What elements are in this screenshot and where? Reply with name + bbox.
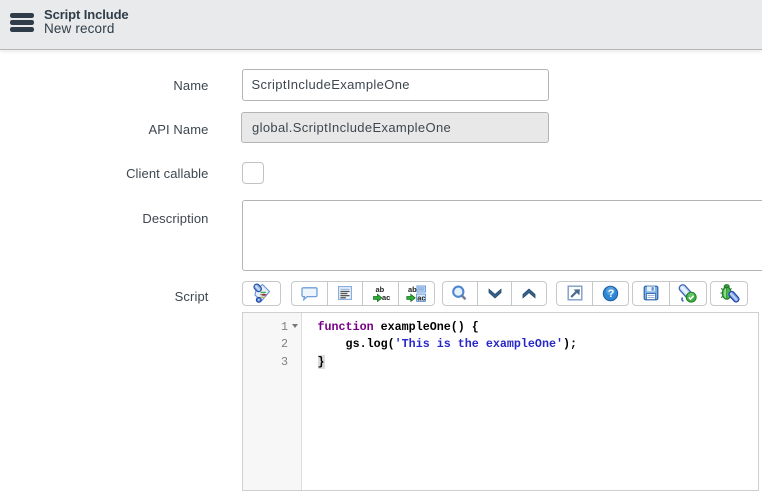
svg-text:ab: ab: [408, 285, 417, 294]
svg-text:ac: ac: [382, 293, 390, 302]
svg-text:?: ?: [608, 288, 615, 300]
svg-text:ac: ac: [417, 293, 425, 302]
